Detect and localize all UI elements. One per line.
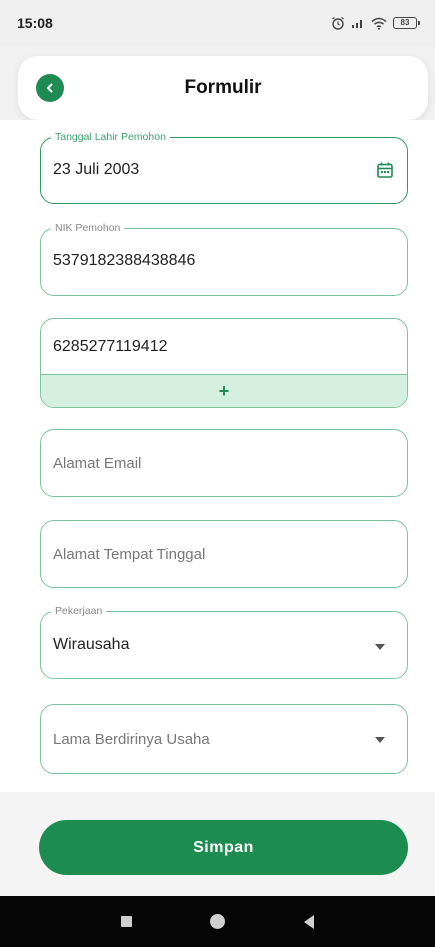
birth-date-label: Tanggal Lahir Pemohon (51, 130, 170, 144)
app-header: Formulir (18, 56, 428, 120)
battery-level: 83 (400, 18, 410, 27)
alarm-icon (332, 16, 344, 30)
nav-back-icon[interactable] (303, 914, 314, 929)
save-area: Simpan (0, 792, 435, 896)
dropdown-arrow-icon (375, 737, 385, 743)
calendar-icon[interactable] (376, 161, 394, 179)
status-bar: 15:08 83 (0, 0, 435, 46)
back-arrow-icon (47, 83, 53, 93)
address-placeholder: Alamat Tempat Tinggal (53, 546, 206, 563)
page-title: Formulir (184, 77, 262, 98)
form-content: Tanggal Lahir Pemohon 23 Juli 2003 NIK P… (0, 120, 435, 792)
add-phone-button[interactable]: + (41, 374, 407, 407)
nav-recents-icon[interactable] (121, 916, 133, 927)
occupation-select[interactable]: Pekerjaan Wirausaha (40, 604, 408, 679)
nik-label: NIK Pemohon (51, 221, 125, 235)
business-duration-placeholder: Lama Berdirinya Usaha (53, 731, 210, 748)
back-button[interactable] (36, 74, 64, 102)
business-duration-select[interactable]: Lama Berdirinya Usaha (40, 704, 408, 774)
birth-date-value: 23 Juli 2003 (53, 161, 140, 178)
status-time: 15:08 (17, 15, 53, 31)
email-field[interactable]: Alamat Email (40, 429, 408, 497)
address-field[interactable]: Alamat Tempat Tinggal (40, 520, 408, 588)
phone-value: 6285277119412 (53, 338, 168, 355)
plus-icon: + (218, 380, 230, 401)
phone-field[interactable]: 6285277119412 + (40, 318, 408, 408)
birth-date-field[interactable]: Tanggal Lahir Pemohon 23 Juli 2003 (40, 130, 408, 204)
nik-value: 5379182388438846 (53, 252, 196, 269)
occupation-label: Pekerjaan (51, 604, 107, 618)
signal-icon (352, 20, 362, 28)
save-button[interactable]: Simpan (39, 820, 408, 875)
email-placeholder: Alamat Email (53, 455, 142, 472)
status-icons: 83 (331, 16, 420, 30)
navigation-bar (0, 896, 435, 947)
wifi-icon (371, 17, 387, 30)
occupation-value: Wirausaha (53, 636, 130, 653)
nav-home-icon[interactable] (210, 914, 226, 929)
nik-field[interactable]: NIK Pemohon 5379182388438846 (40, 221, 408, 296)
battery-icon: 83 (393, 17, 420, 29)
dropdown-arrow-icon (375, 644, 385, 650)
